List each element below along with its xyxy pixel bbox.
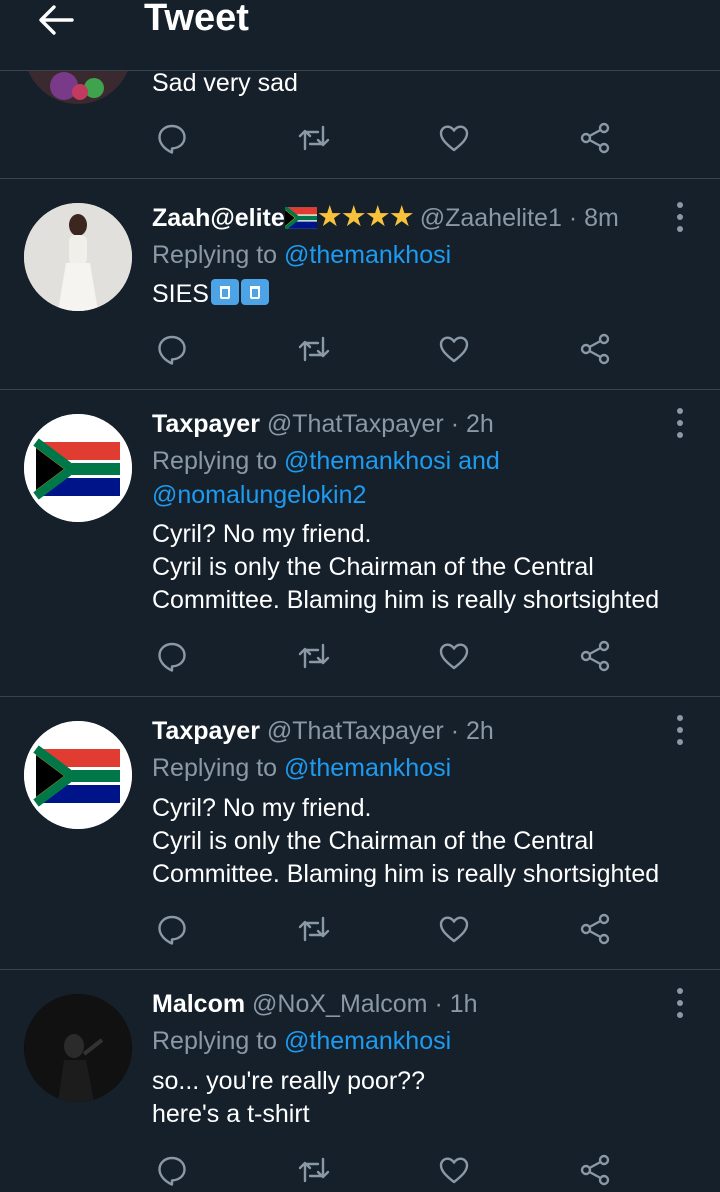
avatar[interactable]	[24, 414, 132, 522]
tweet-text: SIES	[152, 278, 269, 311]
share-button[interactable]	[573, 1148, 617, 1192]
more-vertical-icon	[677, 988, 683, 1018]
tweet-item[interactable]: Zaah@elite ★★★★ @Zaahelite1 · 8m Replying…	[0, 179, 720, 390]
tweet-text: Sad very sad	[152, 69, 298, 97]
like-button[interactable]	[432, 1148, 476, 1192]
heart-icon	[439, 1157, 469, 1184]
reply-button[interactable]	[150, 634, 194, 678]
author-name[interactable]: Malcom	[152, 990, 245, 1018]
share-icon	[580, 913, 610, 945]
share-icon	[580, 333, 610, 365]
more-options-button[interactable]	[664, 712, 696, 748]
replying-to: Replying to @themankhosi	[152, 754, 452, 782]
retweet-button[interactable]	[292, 907, 336, 951]
share-icon	[580, 1154, 610, 1186]
tweet-meta: Zaah@elite ★★★★ @Zaahelite1 · 8m	[152, 202, 619, 233]
more-vertical-icon	[677, 715, 683, 745]
reply-icon	[158, 335, 186, 365]
retweet-button[interactable]	[292, 116, 336, 160]
like-button[interactable]	[432, 116, 476, 160]
tweet-item[interactable]: Malcom @NoX_Malcom · 1h Replying to @the…	[0, 970, 720, 1186]
share-button[interactable]	[573, 116, 617, 160]
author-handle[interactable]: @NoX_Malcom	[252, 990, 427, 1018]
reply-button[interactable]	[150, 327, 194, 371]
retweet-icon	[298, 643, 330, 669]
top-bar: Tweet	[0, 0, 720, 71]
tweet-actions	[0, 116, 720, 160]
reply-icon	[158, 642, 186, 672]
author-name[interactable]: Taxpayer	[152, 717, 260, 745]
retweet-button[interactable]	[292, 1148, 336, 1192]
reply-button[interactable]	[150, 907, 194, 951]
like-button[interactable]	[432, 907, 476, 951]
tweet-actions	[0, 907, 720, 951]
arrow-left-icon	[39, 5, 74, 35]
tweet-actions	[0, 634, 720, 678]
mention-link[interactable]: @nomalungelokin2	[152, 481, 366, 509]
share-icon	[580, 122, 610, 154]
tweet-item[interactable]: Taxpayer @ThatTaxpayer · 2h Replying to …	[0, 697, 720, 970]
author-handle[interactable]: @Zaahelite1	[420, 204, 562, 232]
retweet-icon	[298, 125, 330, 151]
tweet-time[interactable]: · 8m	[569, 204, 619, 232]
tweet-time[interactable]: · 2h	[451, 410, 494, 438]
tweet-actions	[0, 1148, 720, 1192]
heart-icon	[439, 125, 469, 152]
mention-link[interactable]: @themankhosi and	[284, 447, 500, 475]
avatar[interactable]	[24, 994, 132, 1102]
tweet-actions	[0, 327, 720, 371]
tweet-text: Cyril? No my friend. Cyril is only the C…	[152, 794, 660, 888]
author-name[interactable]: Taxpayer	[152, 410, 260, 438]
share-button[interactable]	[573, 327, 617, 371]
tweet-meta: Malcom @NoX_Malcom · 1h	[152, 989, 478, 1019]
like-button[interactable]	[432, 327, 476, 371]
like-button[interactable]	[432, 634, 476, 678]
mention-link[interactable]: @themankhosi	[284, 754, 451, 782]
replying-to: Replying to @themankhosi	[152, 1027, 452, 1055]
tweet-meta: Taxpayer @ThatTaxpayer · 2h	[152, 716, 494, 746]
author-handle[interactable]: @ThatTaxpayer	[267, 410, 444, 438]
tweet-time[interactable]: · 1h	[434, 990, 477, 1018]
tweet-time[interactable]: · 2h	[451, 717, 494, 745]
retweet-button[interactable]	[292, 327, 336, 371]
south-africa-flag-icon	[284, 207, 317, 229]
page-title: Tweet	[144, 0, 249, 39]
replying-to: Replying to @themankhosi	[152, 241, 452, 269]
star-icons: ★★★★	[316, 201, 415, 233]
replying-to: Replying to @themankhosi and @nomalungel…	[152, 447, 500, 509]
mention-link[interactable]: @themankhosi	[284, 1027, 451, 1055]
more-vertical-icon	[677, 408, 683, 438]
mention-link[interactable]: @themankhosi	[284, 241, 451, 269]
share-icon	[580, 640, 610, 672]
tweet-meta: Taxpayer @ThatTaxpayer · 2h	[152, 409, 494, 439]
reply-icon	[158, 124, 186, 154]
heart-icon	[439, 916, 469, 943]
tweet-text: so... you're really poor?? here's a t-sh…	[152, 1067, 425, 1128]
reply-button[interactable]	[150, 1148, 194, 1192]
more-options-button[interactable]	[664, 405, 696, 441]
reply-icon	[158, 915, 186, 945]
trash-emoji-icon	[210, 279, 239, 305]
retweet-icon	[298, 336, 330, 362]
author-name[interactable]: Zaah@elite	[152, 204, 285, 232]
share-button[interactable]	[573, 907, 617, 951]
tweet-item[interactable]: Taxpayer @ThatTaxpayer · 2h Replying to …	[0, 390, 720, 697]
retweet-icon	[298, 1157, 330, 1183]
reply-button[interactable]	[150, 116, 194, 160]
tweet-text: Cyril? No my friend. Cyril is only the C…	[152, 520, 660, 614]
more-options-button[interactable]	[664, 199, 696, 235]
share-button[interactable]	[573, 634, 617, 678]
more-options-button[interactable]	[664, 985, 696, 1021]
heart-icon	[439, 336, 469, 363]
more-vertical-icon	[677, 202, 683, 232]
author-handle[interactable]: @ThatTaxpayer	[267, 717, 444, 745]
avatar[interactable]	[24, 203, 132, 311]
trash-emoji-icon	[240, 279, 269, 305]
avatar[interactable]	[24, 721, 132, 829]
heart-icon	[439, 643, 469, 670]
retweet-button[interactable]	[292, 634, 336, 678]
back-button[interactable]	[30, 0, 82, 40]
retweet-icon	[298, 916, 330, 942]
reply-icon	[158, 1156, 186, 1186]
